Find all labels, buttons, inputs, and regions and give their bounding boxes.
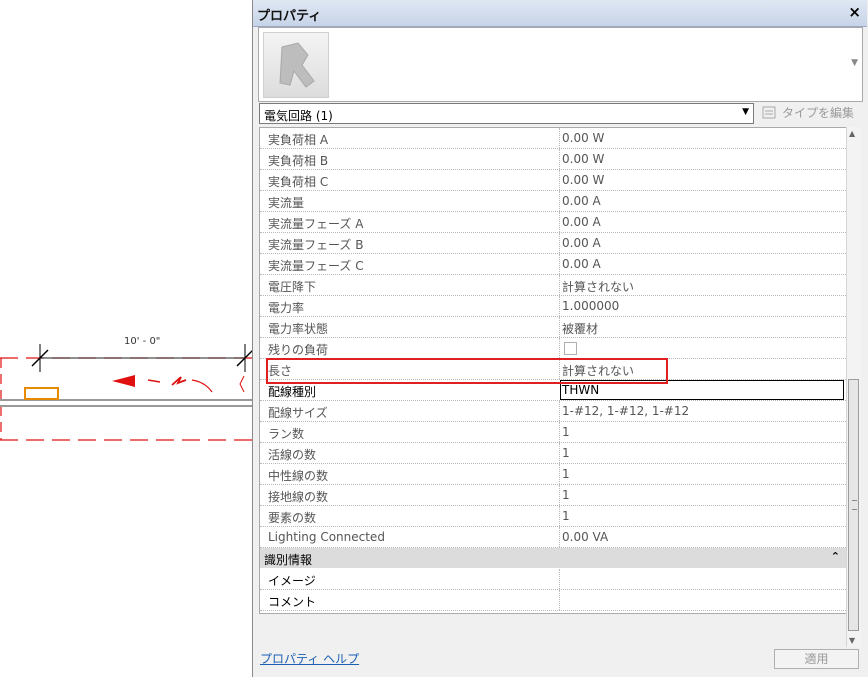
group-label: 識別情報 <box>264 553 313 567</box>
property-name: 実負荷相 A <box>268 133 329 147</box>
properties-help-link[interactable]: プロパティ ヘルプ <box>260 650 359 667</box>
property-value: 1 <box>562 488 570 502</box>
property-row[interactable]: 実流量フェーズ A 0.00 A <box>260 212 846 233</box>
property-grid: 実負荷相 A 0.00 W 実負荷相 B 0.00 W 実負荷相 C 0.00 W 実… <box>259 127 847 614</box>
device-symbol[interactable] <box>24 387 59 400</box>
property-name: 活線の数 <box>268 448 317 462</box>
property-row-wire-type[interactable]: 配線種別 THWN <box>260 380 846 401</box>
scroll-up-icon[interactable]: ▲ <box>849 129 855 138</box>
wire-segment <box>147 379 161 383</box>
property-name: 長さ <box>268 364 293 378</box>
property-row[interactable]: 接地線の数 1 <box>260 485 846 506</box>
property-row[interactable]: 中性線の数 1 <box>260 464 846 485</box>
property-name: 配線種別 <box>268 385 317 399</box>
property-row[interactable]: 実流量フェーズ B 0.00 A <box>260 233 846 254</box>
property-name: 実流量フェーズ C <box>268 259 364 273</box>
property-name: 実負荷相 C <box>268 175 329 189</box>
property-row[interactable]: 実負荷相 B 0.00 W <box>260 149 846 170</box>
property-name: 配線サイズ <box>268 406 328 420</box>
property-value: THWN <box>562 383 600 397</box>
property-row-image[interactable]: イメージ <box>260 569 846 590</box>
property-value: 1 <box>562 425 570 439</box>
apply-button[interactable]: 適用 <box>774 649 859 669</box>
property-row[interactable]: ラン数 1 <box>260 422 846 443</box>
home-run-arrow[interactable] <box>112 375 135 387</box>
property-row[interactable]: 配線サイズ 1-#12, 1-#12, 1-#12 <box>260 401 846 422</box>
properties-panel: プロパティ × ▼ 電気回路 (1) ▼ タイプを編集 実負荷相 A 0.00 W… <box>252 0 868 677</box>
drawing-canvas[interactable]: 10' - 0" <box>0 0 254 677</box>
property-value: 1-#12, 1-#12, 1-#12 <box>562 404 690 418</box>
property-value: 0.00 A <box>562 215 601 229</box>
edit-type-button[interactable]: タイプを編集 <box>762 104 854 121</box>
property-name: Lighting Connected <box>268 530 385 544</box>
wire-type-icon <box>279 42 315 88</box>
edit-type-label: タイプを編集 <box>782 106 855 120</box>
panel-title: プロパティ <box>257 9 322 24</box>
scroll-down-icon[interactable]: ▼ <box>849 636 855 645</box>
type-selector-label: 電気回路 (1) <box>264 109 333 123</box>
wire-lightning-mark <box>171 376 187 386</box>
type-thumbnail <box>263 32 329 98</box>
collapse-icon[interactable]: ⌃ <box>831 550 840 563</box>
panel-titlebar[interactable]: プロパティ × <box>253 0 867 27</box>
property-value: 1.000000 <box>562 299 620 313</box>
dimension-label: 10' - 0" <box>124 336 161 347</box>
property-row[interactable]: 要素の数 1 <box>260 506 846 527</box>
property-name: 残りの負荷 <box>268 343 329 357</box>
property-row[interactable]: 電力率状態 被覆材 <box>260 317 846 338</box>
property-value: 1 <box>562 509 570 523</box>
group-identity-data[interactable]: 識別情報 ⌃ <box>260 548 846 568</box>
property-row[interactable]: Lighting Connected 0.00 VA <box>260 527 846 548</box>
property-name: イメージ <box>268 574 316 588</box>
property-value: 0.00 W <box>562 131 605 145</box>
property-name: コメント <box>268 595 317 609</box>
property-value: 1 <box>562 467 570 481</box>
preview-dropdown-icon[interactable]: ▼ <box>851 58 858 68</box>
property-scrollbar[interactable]: ▲ ▼ <box>846 127 861 647</box>
property-value: 計算されない <box>562 280 635 294</box>
wire-type-input[interactable] <box>560 380 844 400</box>
property-name: 接地線の数 <box>268 490 329 504</box>
type-selector[interactable]: 電気回路 (1) ▼ <box>259 103 754 124</box>
property-name: 実流量 <box>268 196 305 210</box>
property-name: 中性線の数 <box>268 469 329 483</box>
property-value: 0.00 W <box>562 173 605 187</box>
property-name: 実流量フェーズ B <box>268 238 364 252</box>
remaining-load-checkbox[interactable] <box>564 342 577 355</box>
property-value: 1 <box>562 446 570 460</box>
property-row[interactable]: 実負荷相 A 0.00 W <box>260 128 846 149</box>
property-row-length[interactable]: 長さ 計算されない <box>260 359 846 380</box>
property-name: ラン数 <box>268 427 305 441</box>
property-name: 電圧降下 <box>268 280 317 294</box>
property-value: 計算されない <box>562 364 635 378</box>
wire-arc <box>191 379 213 393</box>
property-row[interactable]: 実流量 0.00 A <box>260 191 846 212</box>
property-name: 要素の数 <box>268 511 317 525</box>
property-row[interactable]: 残りの負荷 <box>260 338 846 359</box>
chevron-down-icon: ▼ <box>742 107 749 117</box>
property-value: 被覆材 <box>562 322 599 336</box>
wire-end-mark <box>239 375 245 393</box>
property-value: 0.00 VA <box>562 530 609 544</box>
property-name: 電力率状態 <box>268 322 329 336</box>
property-value: 0.00 A <box>562 257 601 271</box>
property-row[interactable]: 実負荷相 C 0.00 W <box>260 170 846 191</box>
property-row[interactable]: 活線の数 1 <box>260 443 846 464</box>
property-row[interactable]: 電圧降下 計算されない <box>260 275 846 296</box>
type-preview: ▼ <box>258 27 863 102</box>
edit-type-icon <box>762 106 776 119</box>
property-value: 0.00 A <box>562 236 601 250</box>
property-row[interactable]: 実流量フェーズ C 0.00 A <box>260 254 846 275</box>
property-name: 実負荷相 B <box>268 154 329 168</box>
property-row[interactable]: 電力率 1.000000 <box>260 296 846 317</box>
property-name: 電力率 <box>268 301 305 315</box>
scrollbar-thumb[interactable] <box>848 379 859 631</box>
property-value: 0.00 A <box>562 194 601 208</box>
property-value: 0.00 W <box>562 152 605 166</box>
property-row-comment[interactable]: コメント <box>260 590 846 611</box>
property-name: 実流量フェーズ A <box>268 217 364 231</box>
close-icon[interactable]: × <box>848 3 861 21</box>
